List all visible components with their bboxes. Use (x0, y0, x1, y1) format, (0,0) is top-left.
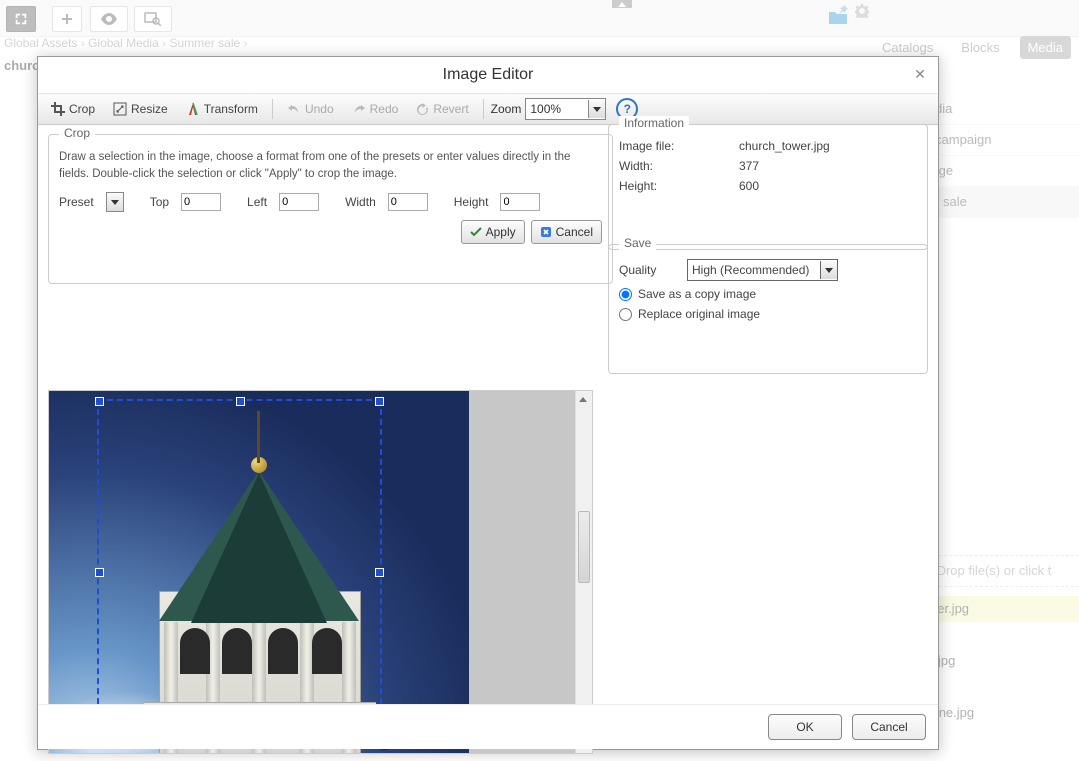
dialog-footer: OK Cancel (38, 704, 938, 749)
scroll-up-icon[interactable] (578, 393, 588, 405)
save-legend: Save (619, 236, 656, 250)
resize-label: Resize (131, 102, 168, 116)
cancel-icon (540, 226, 552, 238)
height-input[interactable] (500, 193, 540, 211)
info-legend: Information (619, 116, 689, 130)
transform-label: Transform (204, 102, 258, 116)
information-panel: Information Image file:church_tower.jpg … (608, 124, 928, 250)
replace-original-label: Replace original image (638, 307, 760, 321)
ok-button[interactable]: OK (768, 714, 842, 740)
dialog-title: Image Editor ✕ (38, 57, 938, 94)
undo-label: Undo (305, 102, 334, 116)
selection-handle[interactable] (95, 397, 104, 406)
save-as-copy-radio[interactable] (619, 288, 632, 301)
chevron-down-icon (588, 100, 605, 118)
close-icon[interactable]: ✕ (912, 67, 928, 83)
replace-original-radio[interactable] (619, 308, 632, 321)
zoom-label: Zoom (491, 102, 522, 116)
image-editor-dialog: Image Editor ✕ Crop Resize Transform Und… (37, 56, 939, 750)
zoom-value: 100% (526, 102, 588, 116)
quality-select[interactable]: High (Recommended) (687, 259, 838, 281)
crop-tool-button[interactable]: Crop (44, 98, 102, 120)
crop-panel: Crop Draw a selection in the image, choo… (48, 134, 613, 284)
selection-handle[interactable] (236, 397, 245, 406)
left-input[interactable] (279, 193, 319, 211)
info-height-key: Height: (619, 179, 739, 193)
resize-tool-button[interactable]: Resize (106, 98, 175, 120)
image-preview[interactable] (48, 390, 593, 754)
cancel-crop-label: Cancel (556, 225, 593, 239)
editor-toolbar: Crop Resize Transform Undo Redo Revert Z… (38, 94, 938, 125)
width-label: Width (345, 195, 376, 209)
save-as-copy-label: Save as a copy image (638, 287, 756, 301)
preset-dropdown[interactable] (106, 192, 124, 212)
dialog-title-text: Image Editor (443, 66, 534, 83)
revert-icon (416, 103, 429, 116)
crop-icon (51, 102, 65, 116)
info-file-key: Image file: (619, 139, 739, 153)
zoom-select[interactable]: 100% (525, 98, 606, 120)
top-label: Top (150, 195, 169, 209)
toolbar-separator (272, 99, 273, 119)
crop-description: Draw a selection in the image, choose a … (59, 149, 602, 182)
transform-tool-button[interactable]: Transform (179, 98, 265, 120)
resize-icon (113, 102, 127, 116)
redo-icon (352, 103, 366, 115)
crop-legend: Crop (59, 126, 95, 140)
scrollbar-thumb[interactable] (578, 511, 590, 583)
top-input[interactable] (181, 193, 221, 211)
undo-button[interactable]: Undo (280, 98, 341, 120)
selection-handle[interactable] (375, 568, 384, 577)
preset-label: Preset (59, 195, 94, 209)
cancel-crop-button[interactable]: Cancel (531, 220, 602, 244)
zoom-group: Zoom 100% (491, 98, 607, 120)
crop-label: Crop (69, 102, 95, 116)
check-icon (470, 226, 482, 238)
width-input[interactable] (388, 193, 428, 211)
info-height-value: 600 (739, 179, 759, 193)
redo-button[interactable]: Redo (345, 98, 406, 120)
apply-button[interactable]: Apply (461, 220, 525, 244)
redo-label: Redo (370, 102, 399, 116)
preview-scrollbar[interactable] (575, 391, 592, 753)
info-width-key: Width: (619, 159, 739, 173)
preview-canvas[interactable] (49, 391, 576, 753)
cancel-button[interactable]: Cancel (852, 714, 926, 740)
info-width-value: 377 (739, 159, 759, 173)
revert-button[interactable]: Revert (409, 98, 475, 120)
left-label: Left (247, 195, 267, 209)
chevron-down-icon (820, 261, 837, 279)
transform-icon (186, 102, 200, 116)
selection-handle[interactable] (95, 568, 104, 577)
height-label: Height (454, 195, 489, 209)
save-panel: Save Quality High (Recommended) Save as … (608, 244, 928, 374)
quality-value: High (Recommended) (688, 263, 820, 277)
revert-label: Revert (433, 102, 468, 116)
toolbar-separator (483, 99, 484, 119)
info-file-value: church_tower.jpg (739, 139, 830, 153)
crop-selection[interactable] (97, 399, 382, 744)
undo-icon (287, 103, 301, 115)
quality-label: Quality (619, 263, 677, 277)
selection-handle[interactable] (375, 397, 384, 406)
apply-label: Apply (486, 225, 516, 239)
